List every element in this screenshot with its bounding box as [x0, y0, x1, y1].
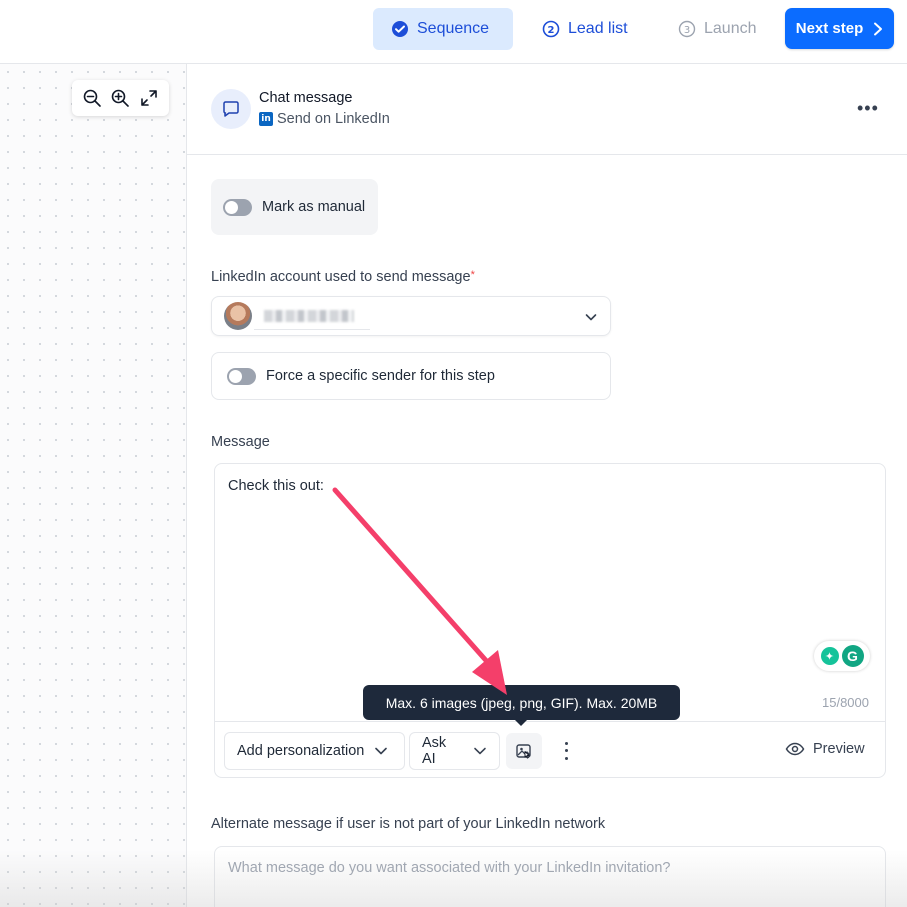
- tooltip-text: Max. 6 images (jpeg, png, GIF). Max. 20M…: [385, 694, 658, 711]
- svg-text:2: 2: [548, 25, 555, 36]
- grammarly-widget[interactable]: ✦ G: [814, 641, 870, 671]
- account-label: LinkedIn account used to send message*: [211, 269, 475, 285]
- mark-manual-toggle-row[interactable]: Mark as manual: [211, 179, 378, 235]
- force-sender-toggle[interactable]: [227, 367, 256, 385]
- step-sequence-label: Sequence: [417, 20, 490, 37]
- top-navigation: Sequence 2 Lead list 3 Launch Next step: [0, 0, 907, 64]
- chevron-down-icon: [474, 747, 486, 755]
- step-editor-panel: Chat message in Send on LinkedIn ••• Mar…: [186, 64, 907, 907]
- alternate-message-placeholder: What message do you want associated with…: [228, 860, 671, 876]
- message-label: Message: [211, 434, 270, 450]
- add-personalization-button[interactable]: Add personalization: [224, 732, 405, 770]
- eye-icon: [785, 742, 805, 756]
- account-label-text: LinkedIn account used to send message: [211, 269, 471, 285]
- number-3-icon: 3: [678, 20, 696, 38]
- alternate-message-label: Alternate message if user is not part of…: [211, 816, 606, 832]
- check-circle-icon: [392, 21, 408, 37]
- step-subtitle-text: Send on LinkedIn: [277, 111, 390, 127]
- step-lead-list[interactable]: 2 Lead list: [524, 8, 646, 50]
- toolbar-divider: [215, 721, 885, 722]
- svg-text:3: 3: [684, 25, 690, 36]
- zoom-in-icon[interactable]: [110, 88, 130, 108]
- avatar: [224, 302, 252, 330]
- next-step-label: Next step: [795, 20, 864, 37]
- chat-message-icon-badge: [211, 89, 251, 129]
- select-divider: [254, 329, 370, 330]
- panel-header: Chat message in Send on LinkedIn •••: [187, 64, 907, 155]
- fit-view-icon[interactable]: [139, 88, 159, 108]
- ask-ai-button[interactable]: Ask AI: [409, 732, 500, 770]
- step-sequence[interactable]: Sequence: [373, 8, 513, 50]
- lightbulb-icon: ✦: [820, 647, 839, 665]
- more-vertical-icon[interactable]: [560, 740, 572, 762]
- preview-button[interactable]: Preview: [785, 741, 865, 757]
- chevron-down-icon: [585, 314, 597, 321]
- flow-canvas[interactable]: [0, 64, 186, 907]
- chat-bubble-icon: [223, 101, 239, 117]
- add-personalization-label: Add personalization: [237, 743, 365, 759]
- character-counter: 15/8000: [822, 695, 869, 710]
- message-text[interactable]: Check this out:: [228, 478, 324, 494]
- required-mark: *: [470, 269, 475, 281]
- force-sender-toggle-row[interactable]: Force a specific sender for this step: [211, 352, 611, 400]
- mark-manual-toggle[interactable]: [223, 198, 252, 216]
- preview-label: Preview: [813, 741, 865, 757]
- ask-ai-label: Ask AI: [422, 735, 447, 767]
- attach-image-button[interactable]: [506, 733, 542, 769]
- step-subtitle: in Send on LinkedIn: [259, 111, 390, 127]
- alternate-message-input[interactable]: What message do you want associated with…: [214, 846, 886, 907]
- more-options-icon[interactable]: •••: [857, 98, 879, 119]
- zoom-toolbar: [72, 80, 169, 116]
- next-step-button[interactable]: Next step: [785, 8, 894, 49]
- zoom-out-icon[interactable]: [82, 88, 102, 108]
- message-editor[interactable]: Check this out: ✦ G 15/8000 Add personal…: [214, 463, 886, 778]
- grammarly-icon: G: [841, 645, 864, 667]
- linkedin-account-select[interactable]: [211, 296, 611, 336]
- image-limit-tooltip: Max. 6 images (jpeg, png, GIF). Max. 20M…: [363, 685, 680, 726]
- force-sender-label: Force a specific sender for this step: [266, 368, 495, 384]
- step-launch-label: Launch: [704, 20, 757, 37]
- image-icon: [516, 744, 531, 759]
- step-launch[interactable]: 3 Launch: [660, 8, 776, 50]
- blurred-account-name: [264, 310, 354, 322]
- number-2-icon: 2: [542, 20, 560, 38]
- step-title: Chat message: [259, 90, 353, 106]
- chevron-right-icon: [874, 22, 883, 35]
- linkedin-icon: in: [259, 112, 273, 126]
- chevron-down-icon: [375, 747, 388, 755]
- mark-manual-label: Mark as manual: [262, 199, 366, 215]
- step-lead-list-label: Lead list: [568, 20, 628, 37]
